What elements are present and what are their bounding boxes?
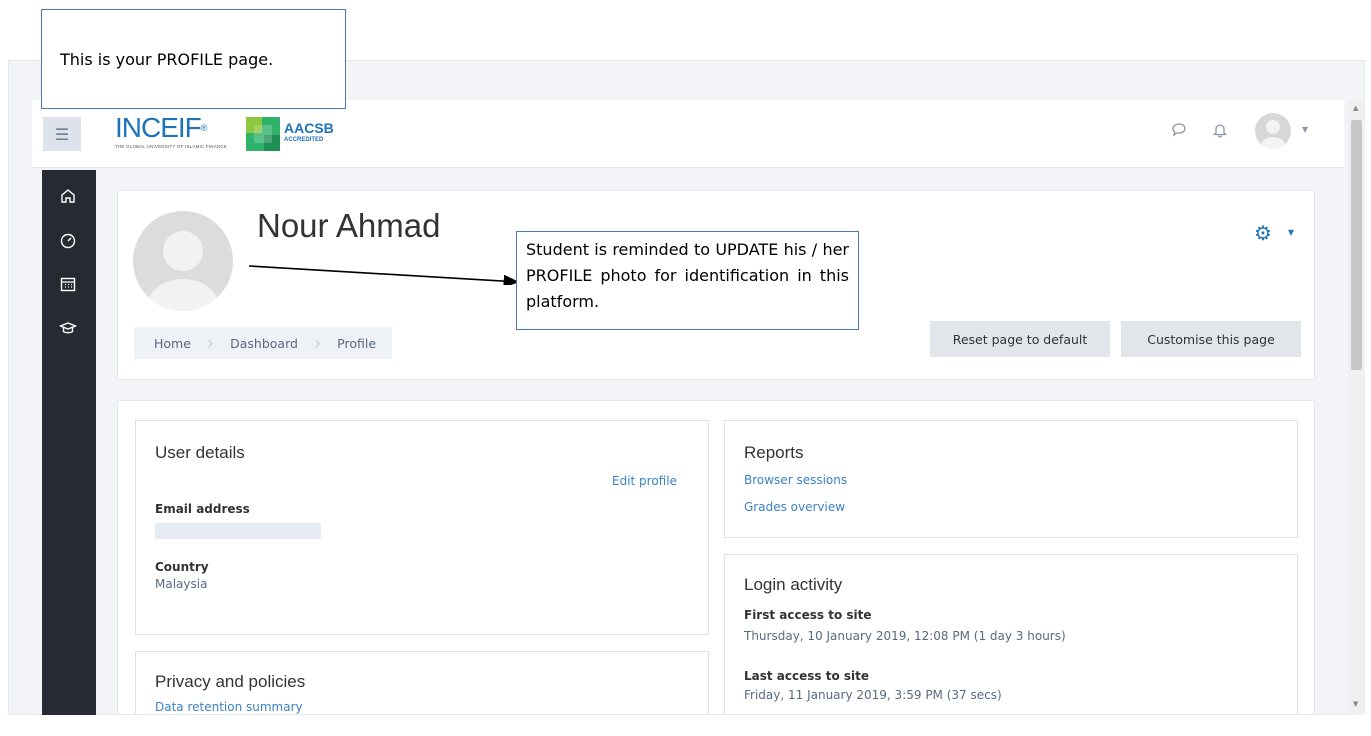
scroll-down-icon[interactable]: ▼ [1353, 700, 1358, 708]
last-access-label: Last access to site [744, 669, 870, 683]
scroll-up-icon[interactable]: ▲ [1353, 104, 1358, 112]
photo-reminder-callout: Student is reminded to UPDATE his / her … [516, 231, 859, 330]
breadcrumb: Home › Dashboard › Profile [134, 327, 393, 359]
login-activity-card: Login activity First access to site Thur… [724, 554, 1298, 714]
email-label: Email address [155, 502, 250, 516]
country-value: Malaysia [155, 577, 208, 591]
callout-arrow-icon [248, 265, 520, 285]
breadcrumb-profile[interactable]: Profile [337, 336, 376, 351]
first-access-value: Thursday, 10 January 2019, 12:08 PM (1 d… [744, 629, 1066, 643]
first-access-label: First access to site [744, 608, 872, 622]
scroll-thumb[interactable] [1351, 120, 1362, 370]
bell-icon[interactable] [1212, 122, 1228, 142]
home-icon[interactable] [56, 184, 80, 208]
dashboard-icon[interactable] [56, 228, 80, 252]
vertical-scrollbar[interactable]: ▲ ▼ [1348, 100, 1365, 715]
grades-overview-link[interactable]: Grades overview [744, 500, 845, 514]
inceif-logo[interactable]: INCEIF® THE GLOBAL UNIVERSITY OF ISLAMIC… [115, 114, 235, 152]
data-retention-link[interactable]: Data retention summary [155, 700, 303, 714]
profile-name: Nour Ahmad [257, 207, 441, 244]
country-label: Country [155, 560, 209, 574]
aacsb-logo: AACSB ACCREDITED [246, 117, 346, 151]
user-details-title: User details [155, 443, 245, 462]
top-navbar: ☰ INCEIF® THE GLOBAL UNIVERSITY OF ISLAM… [32, 100, 1344, 168]
login-activity-title: Login activity [744, 575, 843, 594]
gear-icon[interactable]: ⚙ [1254, 221, 1272, 245]
last-access-value: Friday, 11 January 2019, 3:59 PM (37 sec… [744, 688, 1002, 702]
privacy-title: Privacy and policies [155, 672, 306, 691]
menu-icon[interactable]: ☰ [43, 117, 81, 151]
profile-avatar[interactable] [133, 211, 233, 311]
edit-profile-link[interactable]: Edit profile [612, 474, 677, 488]
reports-card: Reports Browser sessions Grades overview [724, 420, 1298, 538]
profile-content: User details Edit profile Email address … [117, 400, 1315, 715]
customise-page-button[interactable]: Customise this page [1121, 321, 1301, 357]
privacy-card: Privacy and policies Data retention summ… [135, 651, 709, 714]
user-avatar[interactable] [1255, 113, 1291, 149]
caret-down-icon[interactable]: ▾ [1302, 122, 1308, 136]
message-icon[interactable] [1171, 122, 1187, 142]
calendar-icon[interactable] [56, 272, 80, 296]
profile-page-callout: This is your PROFILE page. [41, 9, 346, 109]
breadcrumb-separator-icon: › [313, 332, 322, 354]
user-details-card: User details Edit profile Email address … [135, 420, 709, 635]
breadcrumb-dashboard[interactable]: Dashboard [230, 336, 298, 351]
profile-page-callout-text: This is your PROFILE page. [60, 50, 274, 69]
photo-reminder-text: Student is reminded to UPDATE his / her … [526, 240, 849, 311]
reset-page-button[interactable]: Reset page to default [930, 321, 1110, 357]
email-value-redacted [155, 523, 321, 539]
breadcrumb-home[interactable]: Home [154, 336, 191, 351]
breadcrumb-separator-icon: › [206, 332, 215, 354]
reports-title: Reports [744, 443, 804, 462]
aacsb-mark-icon [246, 117, 280, 151]
chevron-down-icon[interactable]: ▾ [1288, 225, 1294, 239]
browser-sessions-link[interactable]: Browser sessions [744, 473, 847, 487]
left-sidebar [42, 170, 96, 715]
courses-icon[interactable] [56, 316, 80, 340]
